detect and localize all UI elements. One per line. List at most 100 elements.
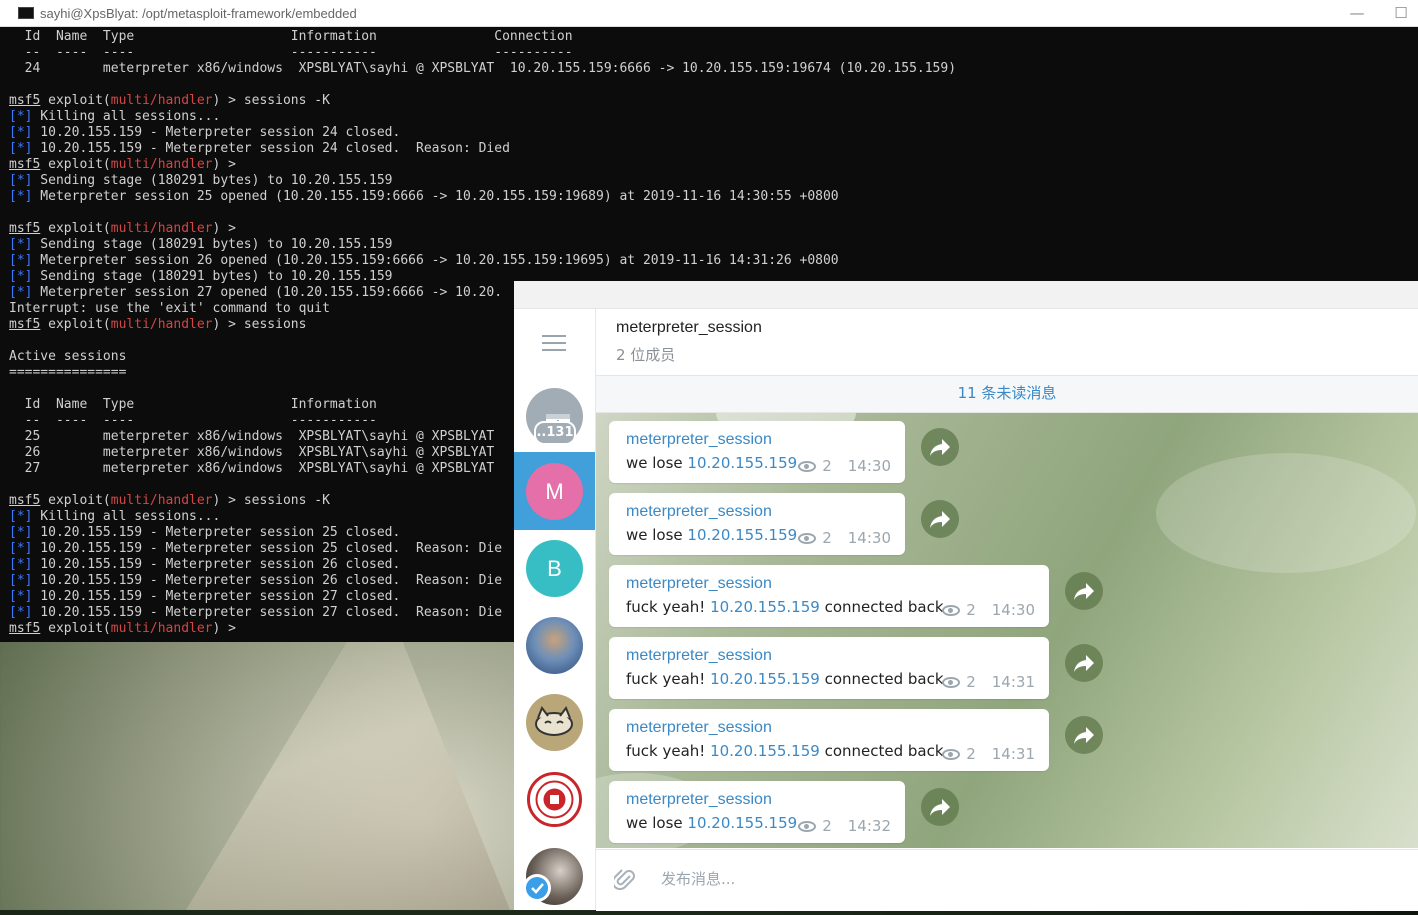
terminal-text: exploit( [40,93,111,108]
message-meta: 2 14:30 [798,529,891,547]
message-sender[interactable]: meterpreter_session [626,431,772,449]
message-time: 14:30 [847,529,891,547]
terminal-line: [*] Sending stage (180291 bytes) to 10.2… [9,173,1409,189]
terminal-text: 27 meterpreter x86/windows XPSBLYAT\sayh… [9,461,495,476]
avatar [526,694,583,751]
terminal-line: 24 meterpreter x86/windows XPSBLYAT\sayh… [9,61,1409,77]
status-marker: [*] [9,125,33,140]
chat-list-sidebar: ..131 M B [514,309,596,910]
terminal-text: ) > sessions -K [212,93,330,108]
module-name: multi/handler [110,93,213,108]
prompt-label: msf5 [9,157,41,172]
terminal-line: [*] Meterpreter session 25 opened (10.20… [9,189,1409,205]
ip-link[interactable]: 10.20.155.159 [687,526,797,544]
forward-icon[interactable] [921,500,959,538]
seal-icon [527,772,582,827]
message-input[interactable]: 发布消息... [661,868,735,889]
views-eye-icon [942,748,961,760]
unread-messages-bar: 11 条未读消息 [596,376,1418,413]
ip-link[interactable]: 10.20.155.159 [710,598,820,616]
minimize-button[interactable]: — [1342,2,1372,24]
forward-icon[interactable] [921,788,959,826]
views-eye-icon [798,532,817,544]
terminal-text: 10.20.155.159 - Meterpreter session 27 c… [32,589,401,604]
telegram-window[interactable]: ..131 M B meterpreter_session 2 位成员 11 条… [514,281,1418,911]
forward-icon[interactable] [1065,572,1103,610]
chat-item-photo-2[interactable] [514,837,595,915]
chat-header[interactable]: meterpreter_session 2 位成员 [596,309,1418,376]
view-count: 2 [822,457,832,475]
ip-link[interactable]: 10.20.155.159 [710,742,820,760]
background-decoration [1156,453,1416,573]
view-count: 2 [822,529,832,547]
chat-item-cat[interactable] [514,683,595,761]
terminal-text: 10.20.155.159 - Meterpreter session 25 c… [32,541,503,556]
message-bubble[interactable]: meterpreter_session we lose 10.20.155.159… [609,781,905,843]
message-bubble[interactable]: meterpreter_sessionwe lose 10.20.155.159… [609,421,905,483]
status-marker: [*] [9,269,33,284]
views-eye-icon [942,604,961,616]
attach-icon[interactable] [614,868,636,892]
message-time: 14:32 [847,817,891,835]
message-bubble[interactable]: meterpreter_sessionfuck yeah! 10.20.155.… [609,709,1049,771]
view-count: 2 [966,745,976,763]
terminal-line: msf5 exploit(multi/handler) > [9,157,1409,173]
terminal-text: =============== [9,365,127,380]
status-marker: [*] [9,509,33,524]
telegram-titlebar[interactable] [514,281,1418,309]
status-marker: [*] [9,173,33,188]
module-name: multi/handler [110,621,213,636]
message-text-prefix: we lose [626,454,688,472]
status-marker: [*] [9,525,33,540]
message-text: we lose 10.20.155.159 [626,454,797,472]
message-sender[interactable]: meterpreter_session [626,791,772,809]
status-marker: [*] [9,141,33,156]
prompt-label: msf5 [9,621,41,636]
terminal-text: -- ---- ---- ----------- [9,413,377,428]
chat-item-meterpreter[interactable]: M [514,452,595,530]
forward-icon[interactable] [921,428,959,466]
message-composer[interactable]: 发布消息... [596,849,1418,911]
prompt-label: msf5 [9,493,41,508]
message-area[interactable]: meterpreter_session we lose 10.20.155.159… [596,413,1418,848]
ip-link[interactable]: 10.20.155.159 [710,670,820,688]
chat-item-b[interactable]: B [514,529,595,607]
chat-item-seal[interactable] [514,760,595,838]
message-bubble[interactable]: meterpreter_session we lose 10.20.155.159… [609,493,905,555]
terminal-text: ) > sessions -K [212,493,330,508]
view-count: 2 [966,673,976,691]
terminal-line: [*] Killing all sessions... [9,109,1409,125]
message-time: 14:31 [991,673,1035,691]
message-sender[interactable]: meterpreter_session [626,575,772,593]
terminal-titlebar[interactable]: sayhi@XpsBlyat: /opt/metasploit-framewor… [0,0,1418,27]
terminal-line: [*] Sending stage (180291 bytes) to 10.2… [9,237,1409,253]
message-meta: 2 14:32 [798,817,891,835]
status-marker: [*] [9,285,33,300]
ip-link[interactable]: 10.20.155.159 [687,454,797,472]
terminal-text: exploit( [40,493,111,508]
chat-item-archive[interactable]: ..131 [514,377,595,455]
message-bubble[interactable]: meterpreter_session fuck yeah! 10.20.155.… [609,637,1049,699]
menu-icon[interactable] [542,335,566,356]
terminal-text: Id Name Type Information [9,397,377,412]
module-name: multi/handler [110,157,213,172]
message-sender[interactable]: meterpreter_session [626,647,772,665]
message-bubble[interactable]: meterpreter_sessionfuck yeah! 10.20.155.… [609,565,1049,627]
terminal-line: [*] Meterpreter session 26 opened (10.20… [9,253,1409,269]
message-sender[interactable]: meterpreter_session [626,503,772,521]
terminal-text: Interrupt: use the 'exit' command to qui… [9,301,330,316]
forward-icon[interactable] [1065,716,1103,754]
terminal-text: Meterpreter session 26 opened (10.20.155… [32,253,839,268]
message-sender[interactable]: meterpreter_session [626,719,772,737]
maximize-button[interactable]: ☐ [1386,2,1416,24]
terminal-text: Sending stage (180291 bytes) to 10.20.15… [32,173,393,188]
views-eye-icon [942,676,961,688]
terminal-text: ) > sessions [212,317,307,332]
chat-item-photo-1[interactable] [514,606,595,684]
message-text: fuck yeah! 10.20.155.159 connected back [626,742,944,760]
message-text: fuck yeah! 10.20.155.159 connected back [626,598,944,616]
forward-icon[interactable] [1065,644,1103,682]
status-marker: [*] [9,589,33,604]
ip-link[interactable]: 10.20.155.159 [687,814,797,832]
